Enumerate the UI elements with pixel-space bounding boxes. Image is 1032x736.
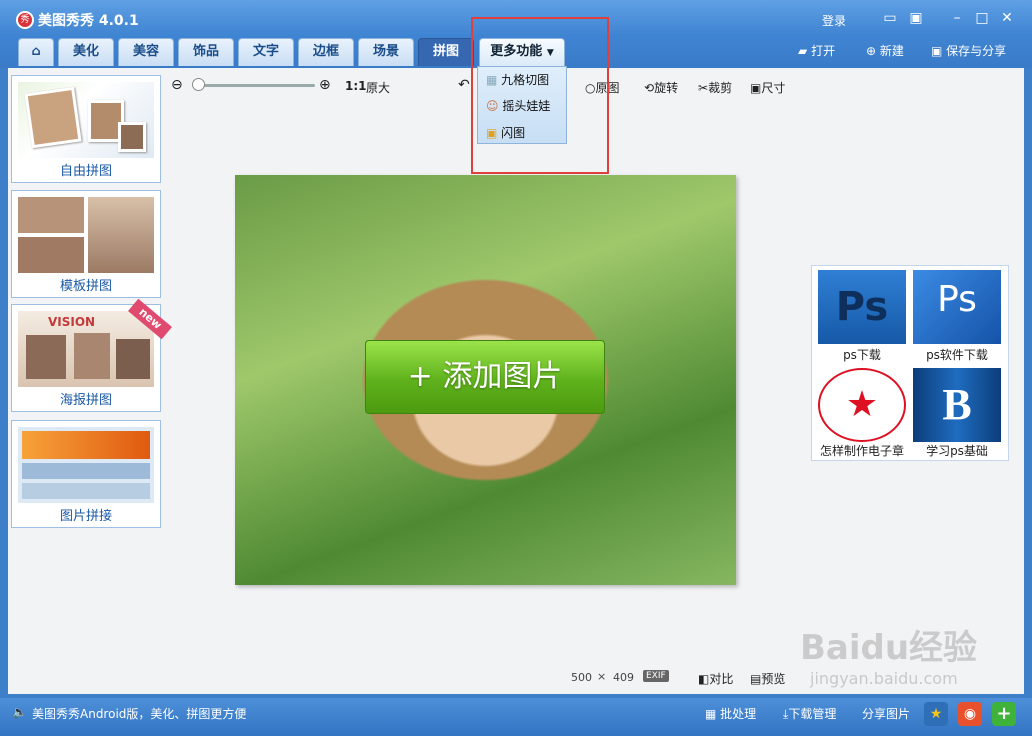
resize-icon: ▣ (750, 81, 762, 95)
zoom-out-icon[interactable]: ⊖ (171, 77, 183, 93)
tab-collage[interactable]: 拼图 (418, 38, 474, 66)
home-icon: ⌂ (31, 44, 41, 59)
save-share-button[interactable]: ▣ 保存与分享 (931, 42, 1006, 59)
scissors-icon: ✂ (698, 81, 709, 95)
batch-label: 批处理 (720, 707, 757, 721)
ad-label-ps-software[interactable]: ps软件下载 (911, 346, 1003, 363)
zoom-slider[interactable] (197, 84, 315, 87)
status-message[interactable]: 美图秀秀Android版，美化、拼图更方便 (32, 705, 246, 722)
ad-thumb-ps-software[interactable]: Ps (913, 270, 1001, 344)
annotation-highlight-box (471, 17, 609, 174)
baidu-watermark: Baidu经验 jingyan.baidu.com (800, 620, 1000, 710)
rotate-label: 旋转 (654, 81, 679, 95)
add-image-button[interactable]: + 添加图片 (365, 340, 605, 414)
menu-icon[interactable]: ▣ (906, 8, 926, 28)
speaker-icon: 🔈 (12, 705, 27, 719)
folder-icon: ▰ (798, 44, 808, 58)
preview-label: 预览 (761, 672, 786, 686)
preview-icon: ▤ (750, 672, 762, 686)
login-link[interactable]: 登录 (822, 12, 846, 29)
image-stitch-thumbnail (18, 427, 154, 503)
poster-collage-thumbnail: VISION (18, 311, 154, 387)
sidebar-item-label: 海报拼图 (59, 393, 112, 408)
image-width: 500 (571, 671, 592, 684)
rotate-icon: ⟲ (644, 81, 655, 95)
rotate-button[interactable]: ⟲旋转 (644, 79, 678, 96)
minimize-icon[interactable]: – (947, 8, 967, 28)
original-size-button[interactable]: 原大 (366, 79, 390, 96)
free-collage-thumbnail (18, 82, 154, 158)
ad-label-ps-download[interactable]: ps下载 (816, 346, 908, 363)
ad-thumb-ps-download[interactable]: Ps (818, 270, 906, 344)
tab-beautify[interactable]: 美化 (58, 38, 114, 66)
template-collage-thumbnail (18, 197, 154, 273)
save-share-label: 保存与分享 (946, 44, 1007, 58)
compare-button[interactable]: ◧对比 (698, 670, 733, 687)
maximize-icon[interactable]: □ (972, 8, 992, 28)
sidebar-item-image-stitch[interactable]: 图片拼接 (11, 420, 161, 528)
sidebar-item-free-collage[interactable]: 自由拼图 (11, 75, 161, 183)
open-button[interactable]: ▰ 打开 (798, 42, 835, 59)
sidebar-item-label: 自由拼图 (59, 164, 112, 179)
tab-scene[interactable]: 场景 (358, 38, 414, 66)
ad-thumb-ps-basics[interactable]: B (913, 368, 1001, 442)
tab-beauty[interactable]: 美容 (118, 38, 174, 66)
app-logo-icon: 秀 (16, 11, 34, 29)
zoom-slider-handle[interactable] (192, 78, 205, 91)
undo-icon[interactable]: ↶ (458, 77, 470, 93)
new-label: 新建 (879, 44, 904, 58)
feedback-icon[interactable]: ▭ (880, 8, 900, 28)
sidebar-item-label: 图片拼接 (59, 509, 112, 524)
batch-button[interactable]: ▦ 批处理 (705, 705, 756, 722)
tab-border[interactable]: 边框 (298, 38, 354, 66)
ad-label-stamp[interactable]: 怎样制作电子章 (816, 442, 908, 459)
sidebar-item-label: 模板拼图 (59, 279, 112, 294)
size-button[interactable]: ▣尺寸 (750, 79, 785, 96)
crop-button[interactable]: ✂裁剪 (698, 79, 732, 96)
save-icon: ▣ (931, 44, 943, 58)
tab-text[interactable]: 文字 (238, 38, 294, 66)
preview-button[interactable]: ▤预览 (750, 670, 785, 687)
tab-accessories[interactable]: 饰品 (178, 38, 234, 66)
watermark-title: Baidu经验 (800, 628, 978, 668)
open-label: 打开 (811, 44, 836, 58)
ad-label-ps-basics[interactable]: 学习ps基础 (911, 442, 1003, 459)
zoom-in-icon[interactable]: ⊕ (319, 77, 331, 93)
size-label: 尺寸 (761, 81, 786, 95)
times-sign: × (597, 670, 607, 683)
crop-label: 裁剪 (708, 81, 733, 95)
tab-home[interactable]: ⌂ (18, 38, 54, 66)
compare-icon: ◧ (698, 672, 710, 686)
watermark-url: jingyan.baidu.com (810, 669, 958, 688)
ratio-label: 1:1 (345, 79, 367, 93)
close-icon[interactable]: ✕ (997, 8, 1017, 28)
batch-icon: ▦ (705, 707, 717, 721)
plus-circle-icon: ⊕ (866, 44, 877, 58)
exif-button[interactable]: EXIF (643, 670, 669, 682)
new-button[interactable]: ⊕ 新建 (866, 42, 904, 59)
ad-thumb-stamp[interactable]: ★ (818, 368, 906, 442)
image-height: 409 (613, 671, 634, 684)
app-title: 美图秀秀 4.0.1 (38, 13, 139, 29)
sidebar-item-poster-collage[interactable]: VISION new 海报拼图 (11, 298, 172, 412)
compare-label: 对比 (709, 672, 734, 686)
sidebar-item-template-collage[interactable]: 模板拼图 (11, 190, 161, 298)
